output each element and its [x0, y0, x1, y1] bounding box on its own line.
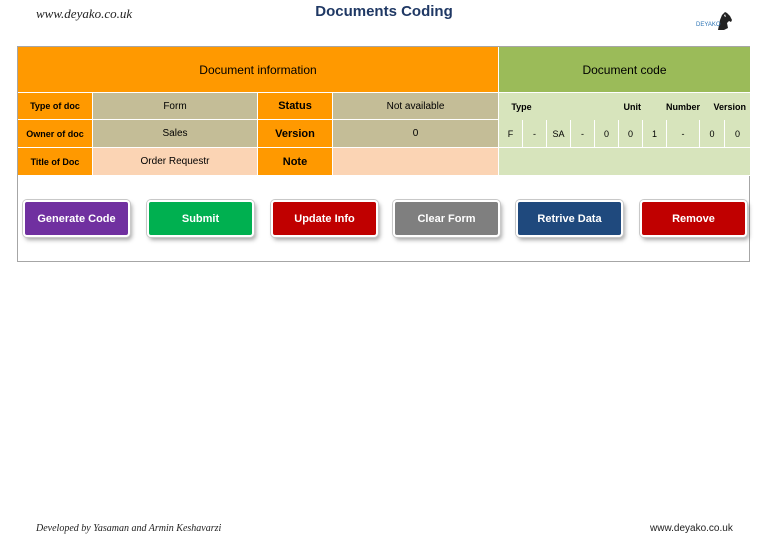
code-blank-row — [499, 148, 750, 176]
title-of-doc-label: Title of Doc — [18, 148, 93, 176]
code-char: - — [571, 120, 595, 148]
note-field[interactable] — [333, 148, 499, 176]
code-type-header: Type — [499, 93, 544, 120]
clear-form-button[interactable]: Clear Form — [393, 200, 500, 237]
code-char: - — [523, 120, 547, 148]
logo-text: DEYAKO — [696, 22, 721, 28]
code-char: F — [499, 120, 523, 148]
code-char: 0 — [595, 120, 619, 148]
type-of-doc-field[interactable]: Form — [93, 93, 258, 120]
title-of-doc-field[interactable]: Order Requestr — [93, 148, 258, 176]
note-label: Note — [258, 148, 333, 176]
code-char: - — [667, 120, 700, 148]
developer-credits: Developed by Yasaman and Armin Keshavarz… — [36, 523, 222, 534]
version-label: Version — [258, 120, 333, 148]
document-information-header: Document information — [18, 47, 499, 93]
site-url-footer[interactable]: www.deyako.co.uk — [650, 523, 733, 534]
code-char: 0 — [700, 120, 725, 148]
code-number-header: Number — [665, 93, 701, 120]
page-title: Documents Coding — [315, 3, 453, 20]
retrieve-data-button[interactable]: Retrive Data — [516, 200, 623, 237]
status-label: Status — [258, 93, 333, 120]
code-version-header: Version — [701, 93, 750, 120]
horse-head-icon — [718, 12, 732, 30]
code-char: SA — [547, 120, 571, 148]
code-char: 0 — [725, 120, 750, 148]
document-code-header: Document code — [499, 47, 750, 93]
owner-of-doc-label: Owner of doc — [18, 120, 93, 148]
code-unit-header: Unit — [544, 93, 665, 120]
update-info-button[interactable]: Update Info — [271, 200, 378, 237]
version-field[interactable]: 0 — [333, 120, 499, 148]
owner-of-doc-field[interactable]: Sales — [93, 120, 258, 148]
remove-button[interactable]: Remove — [640, 200, 747, 237]
submit-button[interactable]: Submit — [147, 200, 254, 237]
status-field[interactable]: Not available — [333, 93, 499, 120]
code-char: 1 — [643, 120, 667, 148]
deyako-logo: DEYAKO — [694, 10, 736, 32]
document-coding-panel: Document information Document code Type … — [17, 46, 750, 262]
code-char: 0 — [619, 120, 643, 148]
type-of-doc-label: Type of doc — [18, 93, 93, 120]
generate-code-button[interactable]: Generate Code — [23, 200, 130, 237]
